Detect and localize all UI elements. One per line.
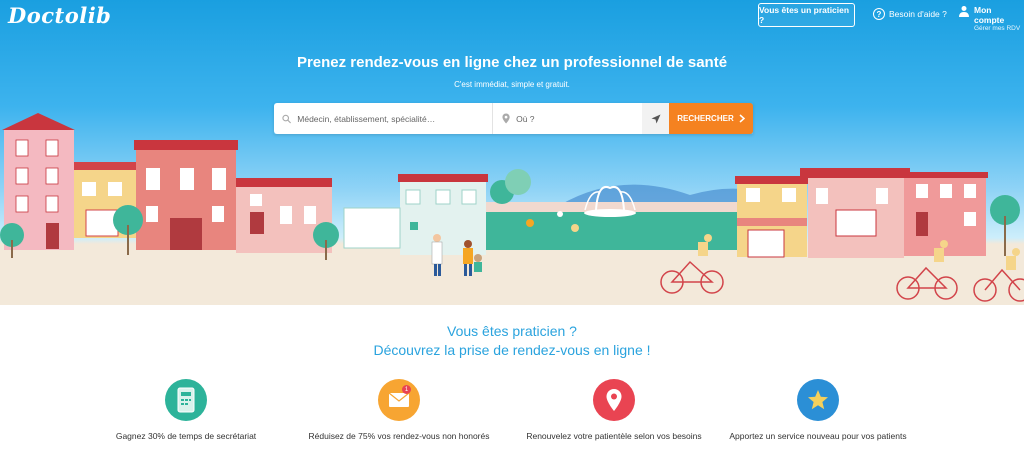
search-what-field[interactable] (274, 103, 493, 134)
feature-item: Apportez un service nouveau pour vos pat… (718, 379, 918, 442)
search-icon (282, 114, 292, 123)
pro-button[interactable]: Vous êtes un praticien ? (758, 3, 855, 27)
user-icon (958, 6, 969, 17)
search-where-field[interactable] (493, 103, 642, 134)
search-bar: RECHERCHER (274, 103, 753, 134)
feature-label: Apportez un service nouveau pour vos pat… (729, 431, 907, 441)
help-label: Besoin d'aide ? (889, 9, 947, 19)
feature-item: 1 Réduisez de 75% vos rendez-vous non ho… (299, 379, 499, 442)
question-icon: ? (873, 8, 885, 20)
map-pin-icon (606, 389, 622, 411)
hero-banner: Doctolib Vous êtes un praticien ? ? Beso… (0, 0, 1024, 305)
geolocate-button[interactable] (642, 103, 669, 134)
phone-icon (177, 387, 195, 413)
navigation-arrow-icon (651, 114, 660, 123)
feature-circle: 1 (378, 379, 420, 421)
notification-badge: 1 (402, 385, 411, 394)
help-link[interactable]: ? Besoin d'aide ? (873, 8, 947, 20)
feature-label: Renouvelez votre patientèle selon vos be… (526, 431, 702, 441)
search-button[interactable]: RECHERCHER (669, 103, 753, 134)
practitioner-heading-line1: Vous êtes praticien ? (447, 323, 577, 339)
feature-circle (165, 379, 207, 421)
feature-label: Gagnez 30% de temps de secrétariat (115, 431, 257, 441)
doctolib-logo[interactable]: Doctolib (8, 3, 111, 28)
envelope-icon (388, 392, 410, 407)
location-input[interactable] (516, 113, 642, 124)
account-subtitle: Gérer mes RDV (973, 25, 1021, 32)
hero-title: Prenez rendez-vous en ligne chez un prof… (296, 54, 728, 71)
hero-subtitle: C'est immédiat, simple et gratuit. (454, 80, 570, 89)
search-input[interactable] (297, 113, 492, 124)
top-navigation: Doctolib Vous êtes un praticien ? ? Beso… (0, 0, 1024, 32)
feature-item: Renouvelez votre patientèle selon vos be… (514, 379, 714, 442)
town-illustration (0, 113, 1024, 302)
chevron-right-icon (739, 114, 745, 123)
feature-circle (797, 379, 839, 421)
account-menu[interactable]: Mon compte Gérer mes RDV (958, 5, 1024, 32)
star-icon (808, 390, 828, 410)
practitioner-section: Vous êtes praticien ? Découvrez la prise… (0, 305, 1024, 460)
feature-label: Réduisez de 75% vos rendez-vous non hono… (308, 431, 490, 441)
feature-item: Gagnez 30% de temps de secrétariat (86, 379, 286, 442)
practitioner-heading: Vous êtes praticien ? Découvrez la prise… (0, 322, 1024, 360)
feature-circle (593, 379, 635, 421)
account-title: Mon compte (973, 5, 1005, 25)
practitioner-heading-line2: Découvrez la prise de rendez-vous en lig… (373, 342, 651, 358)
search-button-label: RECHERCHER (677, 114, 734, 123)
location-pin-icon (502, 113, 510, 124)
